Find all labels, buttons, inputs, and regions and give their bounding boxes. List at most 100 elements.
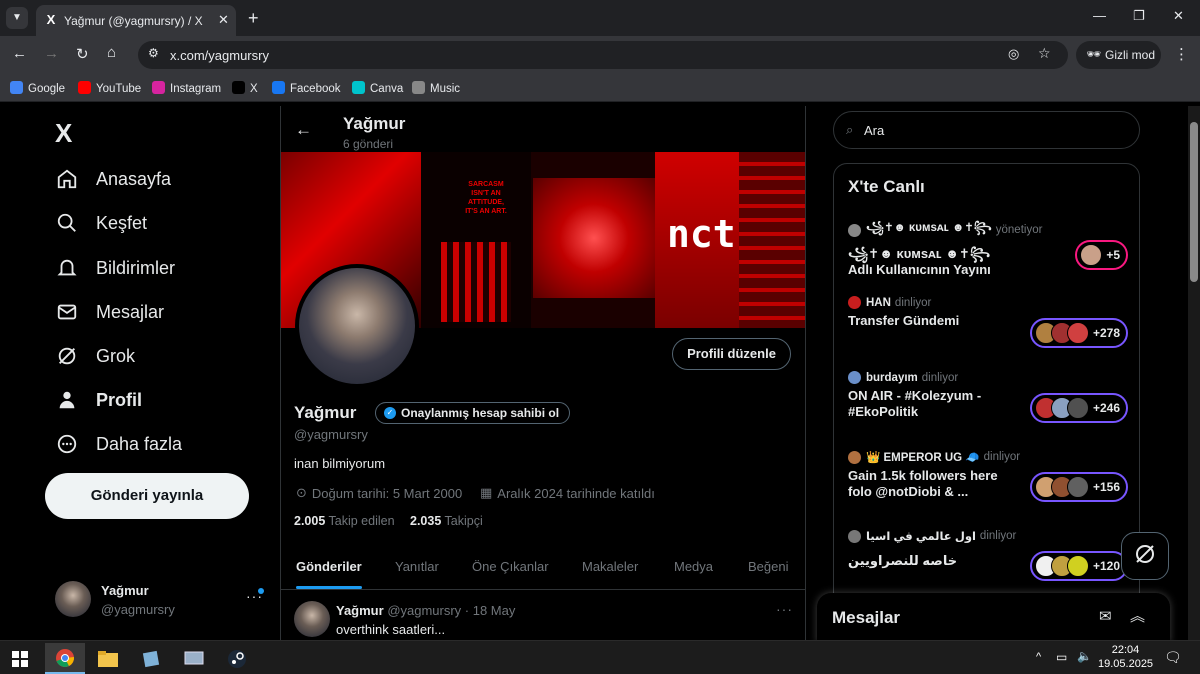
- bookmark-youtube[interactable]: YouTube: [78, 81, 141, 95]
- bookmark-music[interactable]: Music: [412, 81, 460, 95]
- host-name: ꧁✝︎☻ ᴋᴜᴍsᴀʟ ☻✝︎꧂: [866, 222, 992, 234]
- tab-articles[interactable]: Makaleler: [582, 559, 638, 574]
- forward-icon[interactable]: →: [44, 45, 59, 62]
- instagram-icon: [152, 81, 165, 94]
- account-handle[interactable]: @yagmursry: [101, 602, 175, 617]
- start-button[interactable]: [0, 643, 40, 674]
- column-divider: [805, 106, 806, 640]
- following-stat[interactable]: 2.005 Takip edilen: [294, 514, 395, 528]
- grok-floating-button[interactable]: [1121, 532, 1169, 580]
- post-more-icon[interactable]: ···: [776, 601, 793, 617]
- account-name[interactable]: Yağmur: [101, 583, 149, 598]
- get-verified-button[interactable]: ✓ Onaylanmış hesap sahibi ol: [375, 402, 571, 424]
- url-text[interactable]: x.com/yagmursry: [170, 48, 269, 63]
- space-listeners-pill[interactable]: +5: [1075, 240, 1128, 270]
- listener-count: +5: [1106, 248, 1120, 262]
- bookmark-x[interactable]: X: [232, 81, 258, 95]
- tab-likes[interactable]: Beğeni: [748, 559, 788, 574]
- app-taskbar-icon[interactable]: [131, 643, 171, 674]
- post-author[interactable]: Yağmur @yagmursry · 18 May: [336, 603, 515, 618]
- space-listeners-pill[interactable]: +120: [1029, 551, 1128, 581]
- new-message-icon[interactable]: ✉: [1099, 607, 1112, 625]
- sidebar-item-profile[interactable]: Profil: [55, 385, 142, 415]
- post-button[interactable]: Gönderi yayınla: [45, 473, 249, 519]
- host-role: dinliyor: [979, 530, 1017, 542]
- space-item[interactable]: ꧁✝︎☻ ᴋᴜᴍsᴀʟ ☻✝︎꧂ yönetiyor ꧁✝︎☻ ᴋᴜᴍsᴀʟ ☻✝…: [848, 218, 1128, 278]
- minimize-icon[interactable]: —: [1093, 8, 1106, 23]
- verified-badge-icon: ✓: [384, 407, 396, 419]
- host-name: اول عالمي في اسيا: [866, 531, 976, 543]
- omnibox[interactable]: ⚙ x.com/yagmursry ◎ ☆: [138, 41, 1068, 69]
- banner-photo: SARCASM ISN'T AN ATTITUDE, IT'S AN ART.: [421, 152, 531, 328]
- restore-icon[interactable]: ❐: [1133, 8, 1145, 24]
- search-input[interactable]: ⌕ Ara: [833, 111, 1140, 149]
- taskbar-clock[interactable]: 22:04 19.05.2025: [1098, 643, 1153, 671]
- new-tab-button[interactable]: +: [248, 8, 259, 29]
- sidebar-item-label: Anasayfa: [96, 168, 172, 189]
- bookmark-instagram[interactable]: Instagram: [152, 81, 221, 95]
- star-icon[interactable]: ☆: [1038, 45, 1051, 62]
- space-item[interactable]: 👑 EMPEROR UG 🧢 dinliyor Gain 1.5k followe…: [848, 450, 1128, 502]
- browser-tab[interactable]: X Yağmur (@yagmursry) / X ✕: [36, 5, 236, 36]
- sidebar-item-messages[interactable]: Mesajlar: [55, 297, 164, 327]
- sidebar-item-more[interactable]: Daha fazla: [55, 429, 182, 459]
- incognito-button[interactable]: 🕶 Gizli mod: [1076, 41, 1161, 69]
- site-info-icon[interactable]: ⚙: [148, 46, 159, 60]
- tab-media[interactable]: Medya: [674, 559, 713, 574]
- space-host: ꧁✝︎☻ ᴋᴜᴍsᴀʟ ☻✝︎꧂ yönetiyor: [848, 218, 1128, 242]
- close-window-icon[interactable]: ✕: [1173, 8, 1184, 24]
- tray-chevron-icon[interactable]: ^: [1036, 651, 1041, 663]
- tab-posts[interactable]: Gönderiler: [296, 559, 362, 574]
- edit-profile-button[interactable]: Profili düzenle: [672, 338, 791, 370]
- followers-stat[interactable]: 2.035 Takipçi: [410, 514, 483, 528]
- canva-icon: [352, 81, 365, 94]
- expand-icon[interactable]: ︽: [1130, 605, 1145, 626]
- messages-drawer[interactable]: Mesajlar ✉ ︽: [817, 593, 1170, 640]
- sidebar-item-home[interactable]: Anasayfa: [55, 164, 171, 194]
- incognito-label: Gizli mod: [1105, 48, 1156, 62]
- space-listeners-pill[interactable]: +156: [1029, 472, 1128, 502]
- tab-replies[interactable]: Yanıtlar: [395, 559, 439, 574]
- account-avatar[interactable]: [55, 581, 91, 617]
- space-item[interactable]: اول عالمي في اسيا dinliyor خاصه للنصراويي…: [848, 529, 1128, 581]
- file-explorer-icon[interactable]: [88, 643, 128, 674]
- app-taskbar-icon[interactable]: [174, 643, 214, 674]
- close-tab-icon[interactable]: ✕: [218, 12, 229, 28]
- notifications-icon[interactable]: 🗨: [1164, 649, 1182, 666]
- scrollbar-thumb[interactable]: [1190, 122, 1198, 282]
- menu-kebab-icon[interactable]: ⋮: [1174, 45, 1189, 63]
- page-scrollbar[interactable]: [1188, 106, 1200, 640]
- calendar-icon: ▦: [480, 485, 493, 500]
- home-button-icon[interactable]: ⌂: [107, 44, 116, 61]
- network-icon[interactable]: ▭: [1056, 650, 1067, 664]
- x-logo-icon[interactable]: X: [55, 118, 72, 149]
- back-icon[interactable]: ←: [12, 45, 27, 62]
- tab-highlights[interactable]: Öne Çıkanlar: [472, 559, 549, 574]
- space-item[interactable]: burdayım dinliyor ON AIR - #Kolezyum - #E…: [848, 371, 1128, 423]
- sidebar-item-grok[interactable]: Grok: [55, 341, 135, 371]
- chrome-taskbar-icon[interactable]: [45, 643, 85, 674]
- space-listeners-pill[interactable]: +246: [1029, 393, 1128, 423]
- banner-photo: [441, 242, 511, 322]
- host-name: 👑 EMPEROR UG 🧢: [866, 452, 980, 464]
- music-icon: [412, 81, 425, 94]
- bookmark-google[interactable]: Google: [10, 81, 65, 95]
- volume-icon[interactable]: 🔈: [1077, 649, 1092, 663]
- space-listeners-pill[interactable]: +278: [1029, 318, 1128, 348]
- reload-icon[interactable]: ↻: [76, 45, 89, 63]
- sidebar-item-notifications[interactable]: Bildirimler: [55, 253, 175, 283]
- post-avatar[interactable]: [294, 601, 330, 637]
- bookmark-canva[interactable]: Canva: [352, 81, 403, 95]
- space-item[interactable]: HAN dinliyor Transfer Gündemi +278: [848, 296, 1128, 348]
- back-arrow-icon[interactable]: ←: [295, 120, 312, 140]
- birthdate-row: ⊙ Doğum tarihi: 5 Mart 2000: [296, 485, 462, 501]
- bookmark-facebook[interactable]: Facebook: [272, 81, 341, 95]
- grok-icon: [1133, 542, 1157, 571]
- tab-search-button[interactable]: ▼: [6, 7, 28, 29]
- steam-taskbar-icon[interactable]: [217, 643, 257, 674]
- address-bar-row: ← → ↻ ⌂ ⚙ x.com/yagmursry ◎ ☆ 🕶 Gizli mo…: [0, 36, 1200, 74]
- eye-off-icon[interactable]: ◎: [1008, 46, 1019, 62]
- profile-avatar[interactable]: [295, 264, 419, 388]
- sidebar-item-explore[interactable]: Keşfet: [55, 208, 147, 238]
- host-avatar: [848, 529, 861, 543]
